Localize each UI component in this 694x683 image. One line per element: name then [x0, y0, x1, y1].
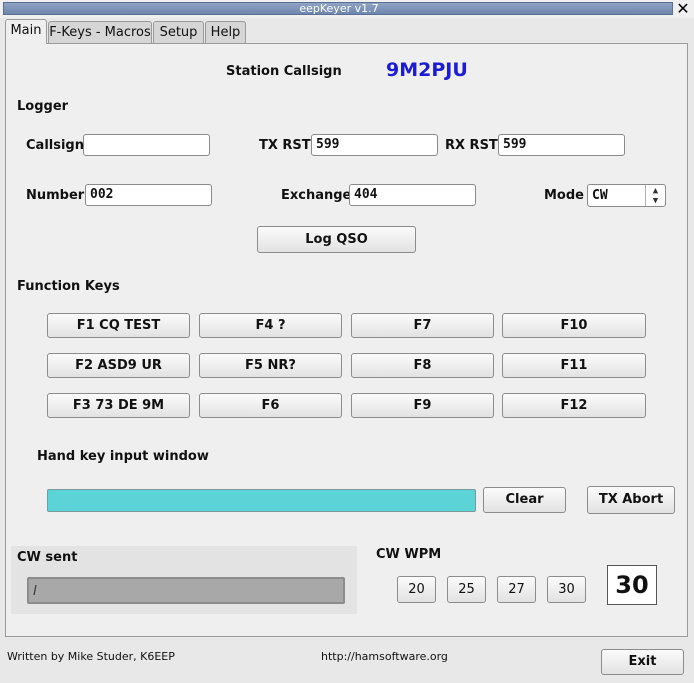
exit-button[interactable]: Exit: [601, 649, 684, 675]
hand-key-label: Hand key input window: [37, 449, 209, 464]
tab-main[interactable]: Main: [5, 19, 47, 44]
wpm-30-button[interactable]: 30: [547, 576, 586, 603]
website-link[interactable]: http://hamsoftware.org: [321, 650, 448, 663]
f6-button[interactable]: F6: [199, 393, 342, 418]
main-panel: Station Callsign 9M2PJU Logger Callsign …: [5, 43, 688, 637]
rx-rst-label: RX RST: [445, 138, 498, 153]
cw-wpm-label: CW WPM: [376, 547, 442, 562]
wpm-20-button[interactable]: 20: [397, 576, 436, 603]
exchange-input[interactable]: 404: [349, 184, 476, 206]
f12-button[interactable]: F12: [502, 393, 646, 418]
cw-sent-label: CW sent: [17, 550, 78, 565]
mode-select-value: CW: [592, 188, 608, 203]
f9-button[interactable]: F9: [351, 393, 494, 418]
clear-button[interactable]: Clear: [483, 487, 566, 513]
exchange-label: Exchange: [281, 188, 352, 203]
f2-button[interactable]: F2 ASD9 UR: [47, 353, 190, 378]
f11-button[interactable]: F11: [502, 353, 646, 378]
number-input[interactable]: 002: [85, 184, 212, 206]
cw-sent-group: CW sent l: [11, 546, 357, 614]
f7-button[interactable]: F7: [351, 313, 494, 338]
callsign-label: Callsign: [26, 138, 84, 153]
mode-label: Mode: [544, 188, 584, 203]
station-callsign-value: 9M2PJU: [386, 59, 468, 81]
author-credit: Written by Mike Studer, K6EEP: [7, 650, 175, 663]
tx-abort-button[interactable]: TX Abort: [587, 486, 675, 514]
hand-key-input[interactable]: [47, 489, 476, 512]
window-title: eepKeyer v1.7: [299, 2, 379, 15]
f10-button[interactable]: F10: [502, 313, 646, 338]
mode-select[interactable]: CW ▲ ▼: [587, 184, 666, 207]
title-bar-strip[interactable]: eepKeyer v1.7: [3, 2, 673, 15]
wpm-27-button[interactable]: 27: [497, 576, 536, 603]
f3-button[interactable]: F3 73 DE 9M: [47, 393, 190, 418]
wpm-25-button[interactable]: 25: [447, 576, 486, 603]
cw-sent-field: l: [27, 577, 345, 604]
f4-button[interactable]: F4 ?: [199, 313, 342, 338]
wpm-display: 30: [607, 565, 657, 605]
tx-rst-label: TX RST: [259, 138, 311, 153]
tab-setup[interactable]: Setup: [153, 21, 204, 44]
logger-heading: Logger: [17, 99, 69, 114]
title-bar: eepKeyer v1.7 ✕: [0, 0, 694, 18]
tx-rst-input[interactable]: 599: [311, 134, 438, 156]
function-keys-heading: Function Keys: [17, 279, 120, 294]
station-callsign-label: Station Callsign: [226, 64, 342, 79]
f5-button[interactable]: F5 NR?: [199, 353, 342, 378]
rx-rst-input[interactable]: 599: [498, 134, 625, 156]
f1-button[interactable]: F1 CQ TEST: [47, 313, 190, 338]
close-icon[interactable]: ✕: [675, 0, 691, 17]
number-label: Number: [26, 188, 85, 203]
tab-help[interactable]: Help: [205, 21, 246, 44]
f8-button[interactable]: F8: [351, 353, 494, 378]
tab-fkeys-macros[interactable]: F-Keys - Macros: [48, 21, 152, 44]
updown-arrow-icon: ▲ ▼: [645, 185, 665, 206]
log-qso-button[interactable]: Log QSO: [257, 226, 416, 253]
callsign-input[interactable]: [83, 134, 210, 156]
